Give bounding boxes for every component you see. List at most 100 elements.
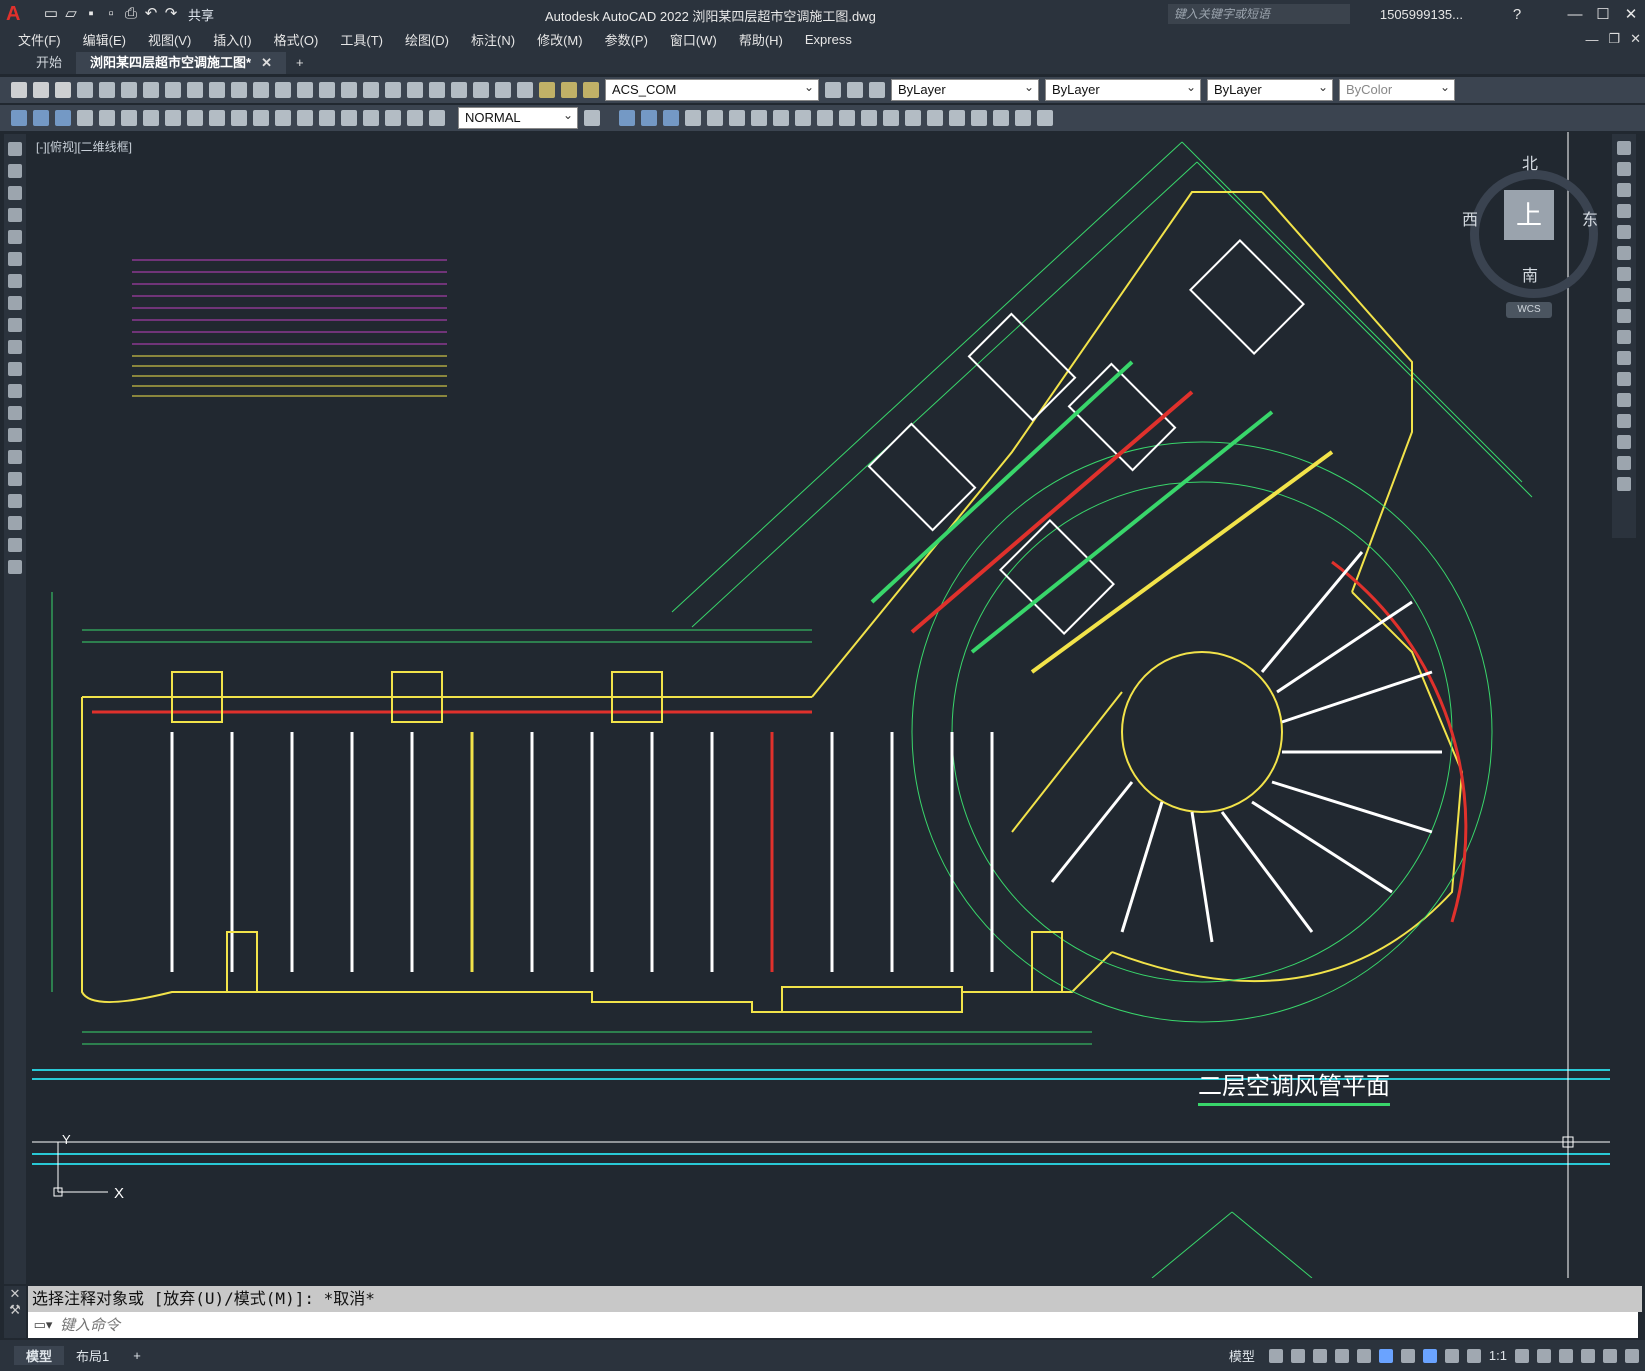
ordinate-icon[interactable] xyxy=(77,110,93,126)
block-icon[interactable] xyxy=(1015,110,1031,126)
rotate-icon[interactable] xyxy=(729,110,745,126)
break-icon[interactable] xyxy=(1617,372,1631,386)
erase-icon[interactable] xyxy=(1617,141,1631,155)
rotate-icon[interactable] xyxy=(1617,267,1631,281)
sheet-set-icon[interactable] xyxy=(429,82,445,98)
command-input[interactable] xyxy=(58,1315,662,1335)
explode-icon[interactable] xyxy=(927,110,943,126)
doc-restore-icon[interactable]: ❐ xyxy=(1608,31,1620,47)
stretch-icon[interactable] xyxy=(773,110,789,126)
ortho-icon[interactable] xyxy=(1312,1348,1327,1363)
lineweight-icon[interactable] xyxy=(1400,1348,1415,1363)
close-icon[interactable]: ✕ xyxy=(4,1286,26,1302)
menu-insert[interactable]: 插入(I) xyxy=(202,30,262,49)
center-mark-icon[interactable] xyxy=(319,110,335,126)
save-icon[interactable] xyxy=(55,82,71,98)
annotation-scale-icon[interactable] xyxy=(1466,1348,1481,1363)
menu-format[interactable]: 格式(O) xyxy=(263,30,330,49)
save-icon[interactable]: ▪ xyxy=(82,5,100,23)
plus-icon[interactable] xyxy=(1537,1348,1551,1363)
menu-tools[interactable]: 工具(T) xyxy=(329,30,394,49)
drawing-canvas[interactable]: Y X xyxy=(32,132,1610,1278)
new-tab-icon[interactable]: + xyxy=(286,52,314,74)
scale-icon[interactable] xyxy=(1617,288,1631,302)
jogged-linear-icon[interactable] xyxy=(363,110,379,126)
customization-icon[interactable] xyxy=(1625,1348,1639,1363)
doc-close-icon[interactable]: ✕ xyxy=(1630,31,1641,47)
circle-icon[interactable] xyxy=(8,274,22,288)
menu-view[interactable]: 视图(V) xyxy=(137,30,202,49)
aligned-dimension-icon[interactable] xyxy=(33,110,49,126)
erase-icon[interactable] xyxy=(949,110,965,126)
blend-icon[interactable] xyxy=(1617,456,1631,470)
snap-icon[interactable] xyxy=(1290,1348,1305,1363)
quick-dimension-icon[interactable] xyxy=(187,110,203,126)
menu-window[interactable]: 窗口(W) xyxy=(659,30,728,49)
menu-parameter[interactable]: 参数(P) xyxy=(594,30,659,49)
layer-state-icon[interactable] xyxy=(869,82,885,98)
undo-icon[interactable] xyxy=(231,82,247,98)
dimension-edit-icon[interactable] xyxy=(385,110,401,126)
compass-south[interactable]: 南 xyxy=(1522,262,1538,286)
new-icon[interactable]: ▭ xyxy=(42,5,60,23)
share-button[interactable]: 共享 xyxy=(188,5,214,24)
revision-cloud-icon[interactable] xyxy=(8,296,22,310)
undo-icon[interactable]: ↶ xyxy=(142,5,160,23)
table-icon[interactable] xyxy=(8,516,22,530)
isolate-objects-icon[interactable] xyxy=(1559,1348,1573,1363)
zoom-previous-icon[interactable] xyxy=(341,82,357,98)
extend-icon[interactable] xyxy=(1617,351,1631,365)
new-icon[interactable] xyxy=(11,82,27,98)
polar-icon[interactable] xyxy=(1334,1348,1349,1363)
menu-draw[interactable]: 绘图(D) xyxy=(394,30,460,49)
dimension-style-icon[interactable] xyxy=(584,110,600,126)
layer-properties-icon[interactable] xyxy=(517,82,533,98)
copy-icon[interactable] xyxy=(165,82,181,98)
help-icon[interactable]: ? xyxy=(1503,6,1531,23)
join-icon[interactable] xyxy=(1617,393,1631,407)
offset-icon[interactable] xyxy=(663,110,679,126)
properties-icon[interactable] xyxy=(363,82,379,98)
tab-model[interactable]: 模型 xyxy=(14,1346,65,1365)
angular-icon[interactable] xyxy=(165,110,181,126)
search-input[interactable]: 键入关键字或短语 xyxy=(1167,4,1350,24)
menu-express[interactable]: Express xyxy=(794,32,863,47)
add-selected-icon[interactable] xyxy=(8,560,22,574)
scale-icon[interactable] xyxy=(751,110,767,126)
mirror-icon[interactable] xyxy=(641,110,657,126)
user-account[interactable]: 1505999135... xyxy=(1380,7,1463,22)
insert-icon[interactable] xyxy=(1037,110,1053,126)
zoom-realtime-icon[interactable] xyxy=(297,82,313,98)
break-icon[interactable] xyxy=(839,110,855,126)
object-snap-icon[interactable] xyxy=(1378,1348,1393,1363)
mtext-icon[interactable] xyxy=(8,538,22,552)
close-icon[interactable]: ✕ xyxy=(1617,5,1645,23)
auto-scale-icon[interactable] xyxy=(1444,1348,1459,1363)
linear-dimension-icon[interactable] xyxy=(11,110,27,126)
tolerance-icon[interactable] xyxy=(297,110,313,126)
make-block-icon[interactable] xyxy=(8,406,22,420)
join-icon[interactable] xyxy=(861,110,877,126)
ellipse-arc-icon[interactable] xyxy=(8,362,22,376)
dimension-break-icon[interactable] xyxy=(275,110,291,126)
mirror-icon[interactable] xyxy=(1617,183,1631,197)
viewcube-top-face[interactable]: 上 xyxy=(1504,190,1554,240)
model-space-button[interactable]: 模型 xyxy=(1223,1346,1261,1365)
radius-icon[interactable] xyxy=(99,110,115,126)
isodraft-icon[interactable] xyxy=(1356,1348,1371,1363)
menu-help[interactable]: 帮助(H) xyxy=(728,30,794,49)
layer-previous-icon[interactable] xyxy=(847,82,863,98)
cut-icon[interactable] xyxy=(143,82,159,98)
line-icon[interactable] xyxy=(8,142,22,156)
plot-icon[interactable] xyxy=(77,82,93,98)
jogged-icon[interactable] xyxy=(121,110,137,126)
minimize-icon[interactable]: — xyxy=(1561,6,1589,23)
layer-on-icon[interactable] xyxy=(539,82,555,98)
copy-object-icon[interactable] xyxy=(619,110,635,126)
menu-dimension[interactable]: 标注(N) xyxy=(460,30,526,49)
fillet-icon[interactable] xyxy=(1617,435,1631,449)
extend-icon[interactable] xyxy=(817,110,833,126)
menu-edit[interactable]: 编辑(E) xyxy=(72,30,137,49)
array-icon[interactable] xyxy=(1617,225,1631,239)
spline-icon[interactable] xyxy=(8,318,22,332)
